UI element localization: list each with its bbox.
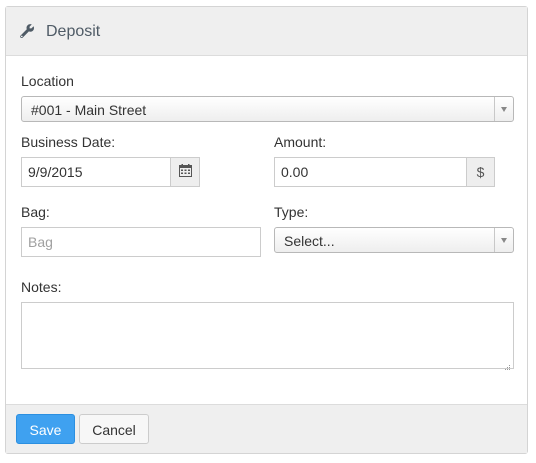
wrench-icon bbox=[19, 23, 35, 39]
resize-grip-icon[interactable] bbox=[503, 358, 511, 370]
amount-input[interactable] bbox=[274, 157, 467, 187]
panel-title: Deposit bbox=[46, 23, 101, 40]
type-selected-value: Select... bbox=[284, 233, 335, 249]
dollar-sign: $ bbox=[476, 164, 485, 180]
currency-addon: $ bbox=[466, 157, 495, 187]
chevron-down-icon bbox=[494, 228, 513, 252]
bag-input[interactable] bbox=[21, 227, 261, 257]
location-label: Location bbox=[21, 73, 74, 89]
location-selected-value: #001 - Main Street bbox=[31, 102, 147, 118]
location-select[interactable]: #001 - Main Street bbox=[21, 96, 514, 122]
type-select[interactable]: Select... bbox=[274, 227, 514, 253]
bag-label: Bag: bbox=[21, 204, 50, 220]
panel-footer: Save Cancel bbox=[6, 404, 527, 453]
type-label: Type: bbox=[274, 204, 309, 220]
amount-label: Amount: bbox=[274, 134, 327, 150]
chevron-down-icon bbox=[494, 97, 513, 121]
calendar-button[interactable] bbox=[170, 157, 200, 187]
notes-label: Notes: bbox=[21, 279, 62, 295]
business-date-label: Business Date: bbox=[21, 134, 116, 150]
deposit-panel: Deposit Location #001 - Main Street Busi… bbox=[5, 6, 528, 454]
cancel-button[interactable]: Cancel bbox=[79, 414, 149, 444]
save-button[interactable]: Save bbox=[16, 414, 75, 444]
panel-header: Deposit bbox=[6, 7, 527, 56]
notes-textarea[interactable] bbox=[21, 302, 514, 369]
calendar-icon bbox=[178, 164, 192, 180]
business-date-input[interactable] bbox=[21, 157, 171, 187]
